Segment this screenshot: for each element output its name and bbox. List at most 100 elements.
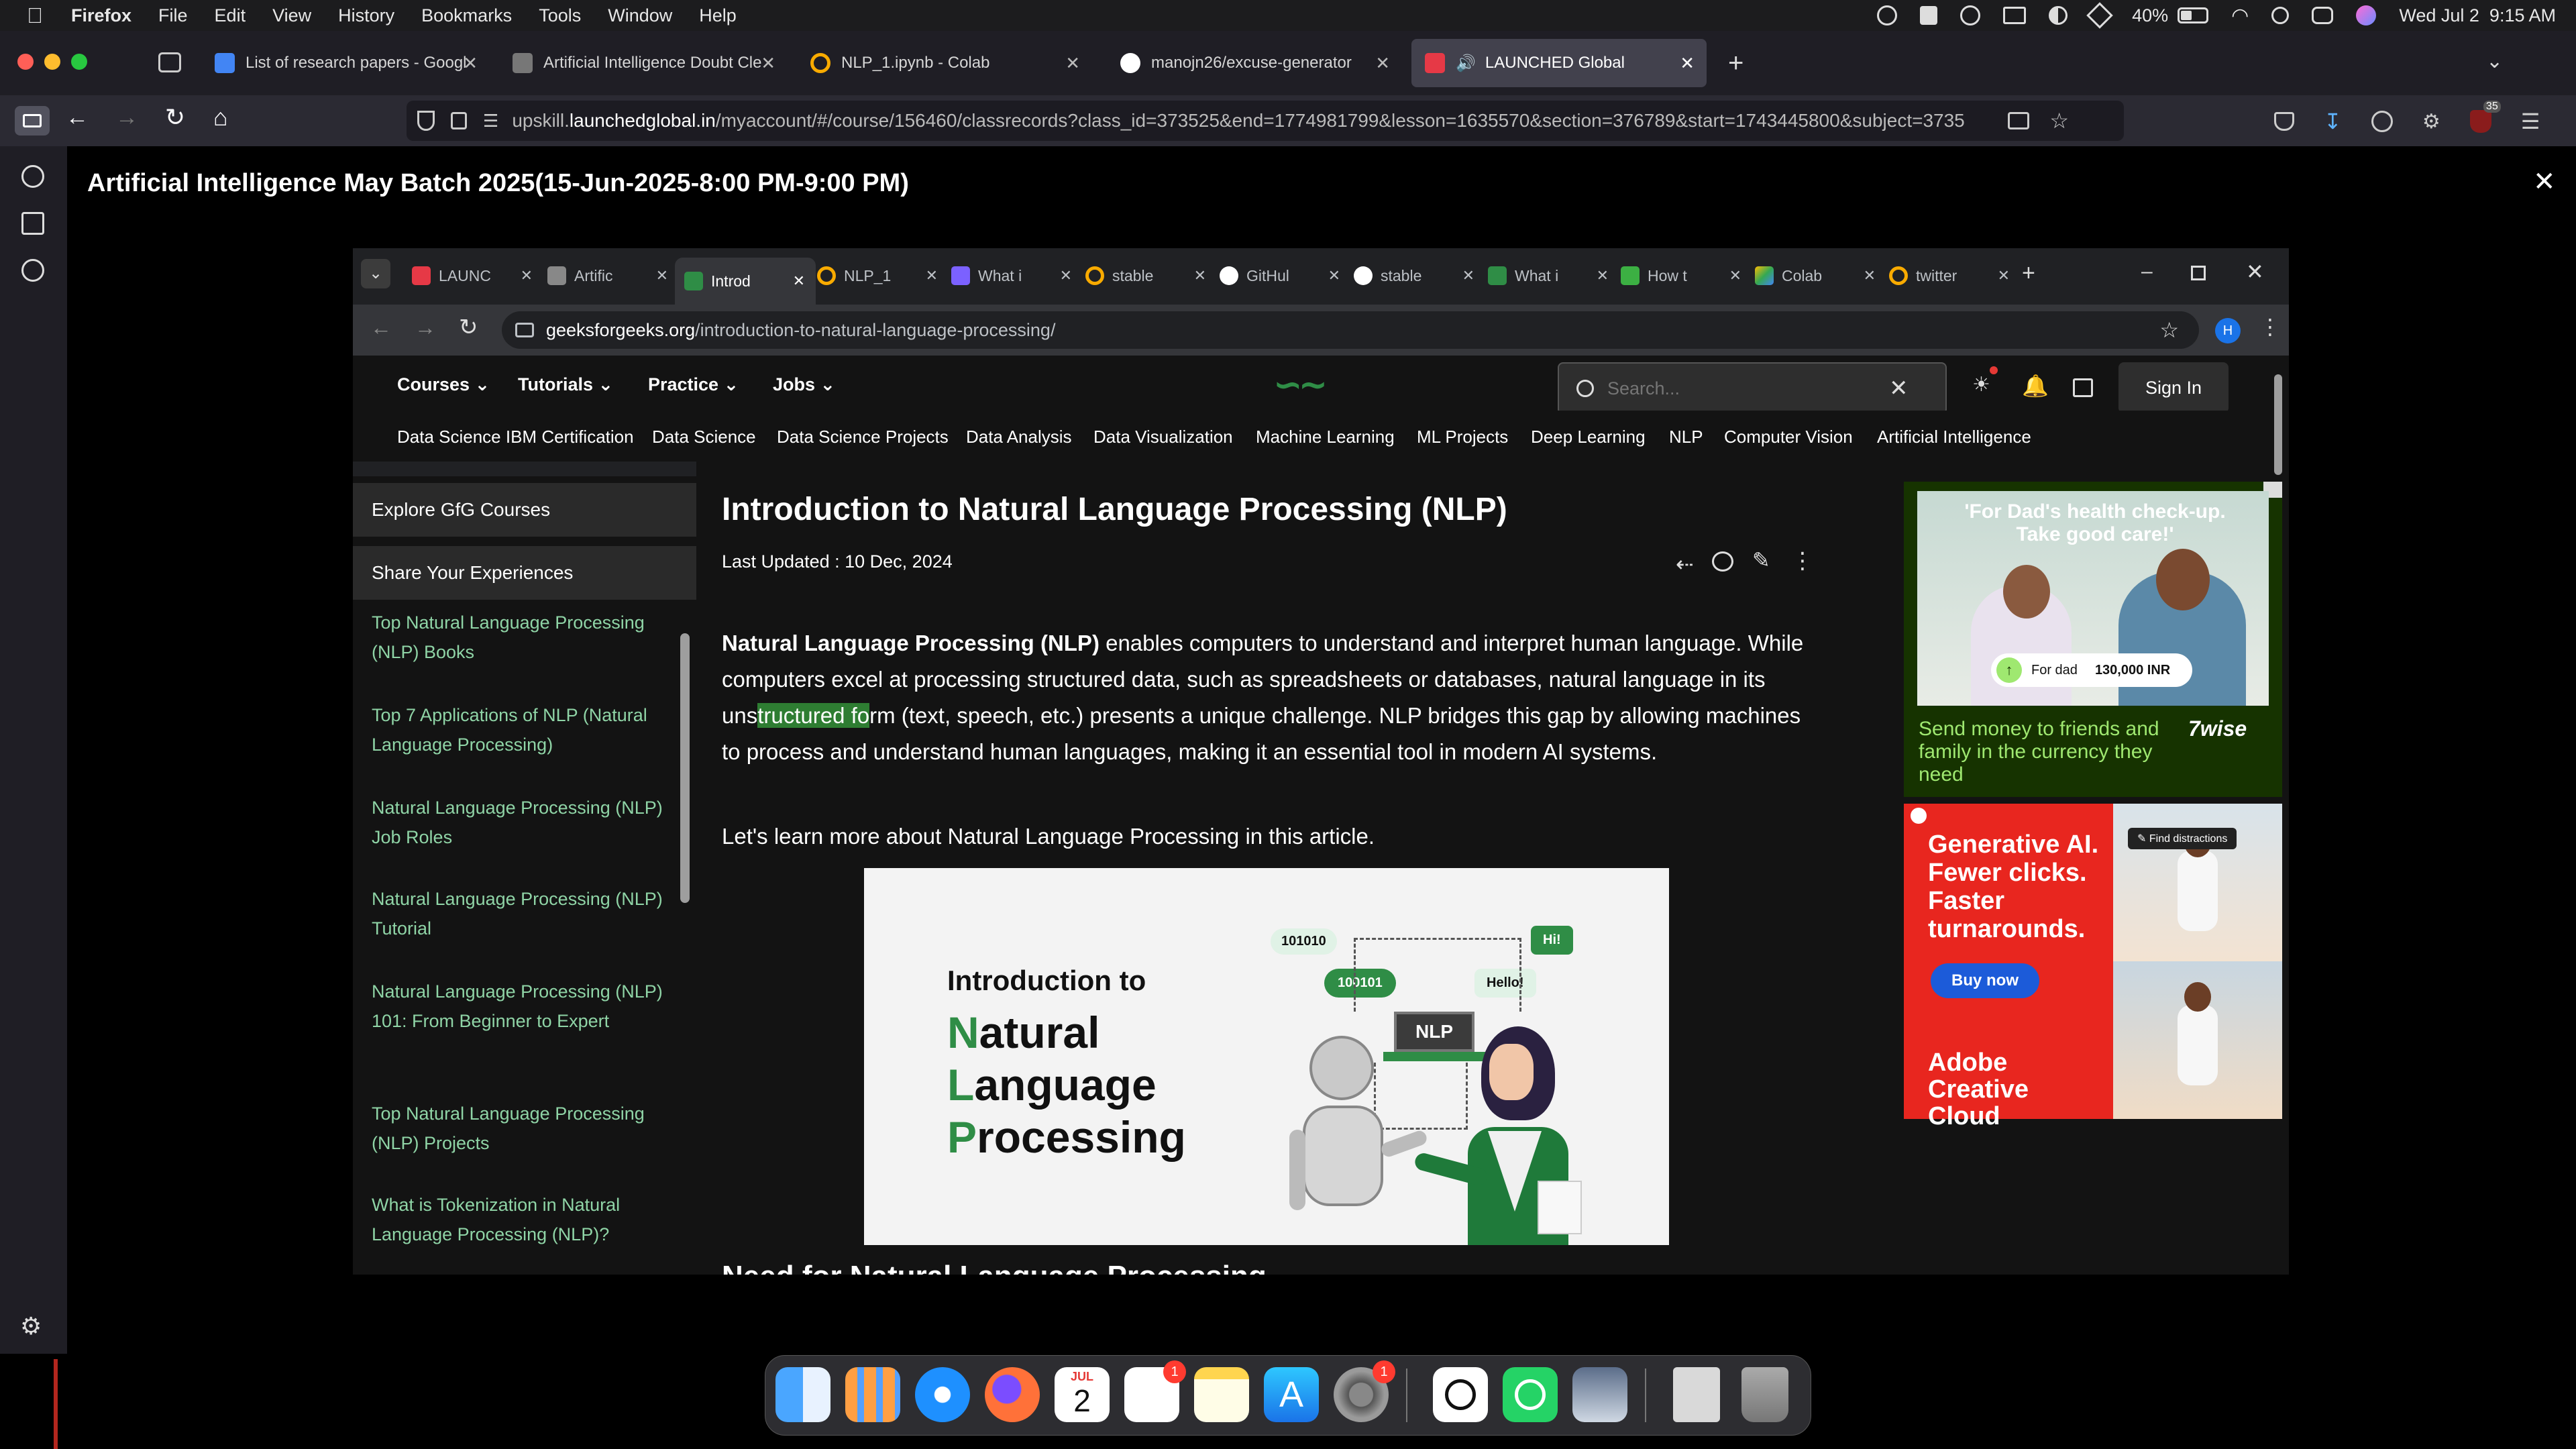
app-menu-icon[interactable]: ☰	[2521, 109, 2540, 134]
inner-minimize-button[interactable]: –	[2141, 260, 2153, 283]
display-icon[interactable]	[2003, 7, 2027, 24]
pocket-icon[interactable]	[2274, 112, 2294, 131]
subnav-ds-projects[interactable]: Data Science Projects	[777, 427, 949, 447]
new-tab-button[interactable]: +	[1728, 48, 1743, 78]
reload-icon[interactable]: ↻	[165, 103, 185, 131]
inner-tab-howto[interactable]: How t ✕	[1621, 258, 1741, 294]
inner-tab-colab[interactable]: Colab ✕	[1755, 258, 1876, 294]
inner-close-button[interactable]: ✕	[2246, 259, 2264, 284]
nav-tutorials[interactable]: Tutorials ⌄	[518, 374, 613, 395]
tab-close-icon[interactable]: ✕	[926, 267, 938, 284]
tab-search-button[interactable]: ⌄	[361, 259, 390, 288]
inner-tab-stable2[interactable]: stable ✕	[1354, 258, 1474, 294]
nav-jobs[interactable]: Jobs ⌄	[773, 374, 835, 395]
adobe-ad[interactable]: ⋮ Generative AI. Fewer clicks. Faster tu…	[1904, 802, 2284, 1130]
page-scrollbar[interactable]	[2274, 374, 2282, 475]
course-close-button[interactable]: ✕	[2533, 166, 2556, 197]
subnav-ds-ibm[interactable]: Data Science IBM Certification	[397, 427, 634, 447]
ublock-icon[interactable]: 35	[2469, 101, 2501, 133]
permissions-icon[interactable]: ☰	[483, 111, 498, 131]
tab-close-icon[interactable]: ✕	[1680, 53, 1695, 74]
nav-practice[interactable]: Practice ⌄	[648, 374, 739, 395]
chatgpt-icon[interactable]	[1433, 1367, 1488, 1422]
search-icon[interactable]	[2271, 7, 2290, 24]
battery-icon[interactable]	[2178, 7, 2209, 23]
subnav-ml-projects[interactable]: ML Projects	[1417, 427, 1508, 447]
siri-icon[interactable]	[2356, 5, 2377, 25]
find-distractions-chip[interactable]: ✎ Find distractions	[2128, 828, 2237, 849]
apple-icon[interactable]: 	[27, 3, 43, 28]
tab-close-icon[interactable]: ✕	[1462, 267, 1474, 284]
preview-icon[interactable]	[1572, 1367, 1627, 1422]
tab-close-icon[interactable]: ✕	[1864, 267, 1876, 284]
adobe-buy-button[interactable]: Buy now	[1931, 963, 2039, 998]
tab-close-icon[interactable]: ✕	[1194, 267, 1206, 284]
subnav-ai[interactable]: Artificial Intelligence	[1877, 427, 2031, 447]
bookmark-star-icon[interactable]: ☆	[2049, 108, 2069, 133]
search-input[interactable]	[1607, 378, 1889, 399]
window-zoom-button[interactable]	[71, 54, 87, 70]
battery-percent[interactable]: 40%	[2132, 5, 2168, 26]
tab-close-icon[interactable]: ✕	[463, 53, 478, 74]
shortcut-icon[interactable]	[1920, 6, 1938, 25]
tab-github[interactable]: manojn26/excuse-generator ✕	[1107, 39, 1402, 87]
contrast-icon[interactable]	[2049, 6, 2068, 25]
control-center-icon[interactable]	[2312, 7, 2334, 24]
documents-folder-icon[interactable]	[1673, 1367, 1720, 1422]
menu-bookmarks[interactable]: Bookmarks	[421, 5, 512, 26]
home-icon[interactable]: ⌂	[213, 103, 228, 131]
picture-in-picture-icon[interactable]	[2008, 112, 2030, 129]
firefox-icon[interactable]	[985, 1367, 1040, 1422]
menu-view[interactable]: View	[272, 5, 311, 26]
synced-tabs-icon[interactable]	[21, 212, 44, 235]
inner-forward-icon[interactable]: →	[415, 315, 436, 340]
tab-close-icon[interactable]: ✕	[1375, 53, 1390, 74]
tab-close-icon[interactable]: ✕	[1597, 267, 1609, 284]
notes-icon[interactable]	[1194, 1367, 1249, 1422]
wifi-icon[interactable]: ◠	[2231, 4, 2249, 28]
inner-tab-launched[interactable]: LAUNC ✕	[412, 258, 533, 294]
inner-tab-stable1[interactable]: stable ✕	[1085, 258, 1206, 294]
inner-menu-icon[interactable]: ⋮	[2259, 314, 2281, 339]
menu-tools[interactable]: Tools	[539, 5, 581, 26]
speaker-icon[interactable]: 🔊	[1456, 54, 1476, 73]
gfg-logo[interactable]: ∽∼	[1273, 365, 1328, 405]
menubar-datetime[interactable]: Wed Jul 2 9:15 AM	[2399, 5, 2556, 26]
nav-courses[interactable]: Courses ⌄	[397, 374, 490, 395]
sidebar-link[interactable]: Natural Language Processing (NLP) Tutori…	[372, 884, 667, 943]
launchpad-icon[interactable]	[845, 1367, 900, 1422]
translate-icon[interactable]	[2073, 378, 2093, 397]
theme-toggle-icon[interactable]: ☀	[1972, 373, 1990, 396]
sidebar-link[interactable]: Natural Language Processing (NLP) Job Ro…	[372, 793, 667, 852]
shield-icon[interactable]	[417, 111, 435, 131]
chatgpt-sidebar-icon[interactable]	[21, 165, 44, 188]
sidebar-link[interactable]: Top 7 Applications of NLP (Natural Langu…	[372, 700, 667, 759]
profile-avatar[interactable]: H	[2215, 318, 2241, 343]
subnav-data-science[interactable]: Data Science	[652, 427, 756, 447]
inner-new-tab-button[interactable]: +	[2022, 260, 2035, 286]
tab-close-icon[interactable]: ✕	[521, 267, 533, 284]
url-field[interactable]: ☰ upskill.launchedglobal.in/myaccount/#/…	[407, 101, 2124, 141]
inner-tab-nlp1[interactable]: NLP_1 ✕	[817, 258, 938, 294]
inner-tab-introduction[interactable]: Introd ✕	[675, 258, 816, 305]
subnav-machine-learning[interactable]: Machine Learning	[1256, 427, 1395, 447]
back-icon[interactable]: ←	[66, 105, 89, 131]
tab-close-icon[interactable]: ✕	[1729, 267, 1741, 284]
tab-close-icon[interactable]: ✕	[1998, 267, 2010, 284]
sidebar-link[interactable]: Top Natural Language Processing (NLP) Bo…	[372, 608, 667, 667]
inner-back-icon[interactable]: ←	[370, 315, 392, 340]
window-minimize-button[interactable]	[44, 54, 60, 70]
tab-launched-global[interactable]: 🔊 LAUNCHED Global ✕	[1411, 39, 1707, 87]
tab-close-icon[interactable]: ✕	[793, 272, 805, 290]
trash-icon[interactable]	[1741, 1367, 1788, 1422]
customize-sidebar-icon[interactable]: ⚙	[20, 1312, 42, 1340]
share-experiences-link[interactable]: Share Your Experiences	[353, 546, 696, 600]
system-settings-icon[interactable]: 1	[1334, 1360, 1395, 1422]
calendar-icon[interactable]: JUL 2	[1055, 1367, 1110, 1422]
inner-tab-what1[interactable]: What i ✕	[951, 258, 1072, 294]
inner-bookmark-star-icon[interactable]: ☆	[2159, 317, 2179, 343]
safari-icon[interactable]	[915, 1367, 970, 1422]
lock-icon[interactable]	[451, 112, 467, 129]
notification-bell-icon[interactable]: 🔔	[2022, 373, 2049, 398]
extensions-icon[interactable]: ⚙	[2422, 110, 2440, 133]
